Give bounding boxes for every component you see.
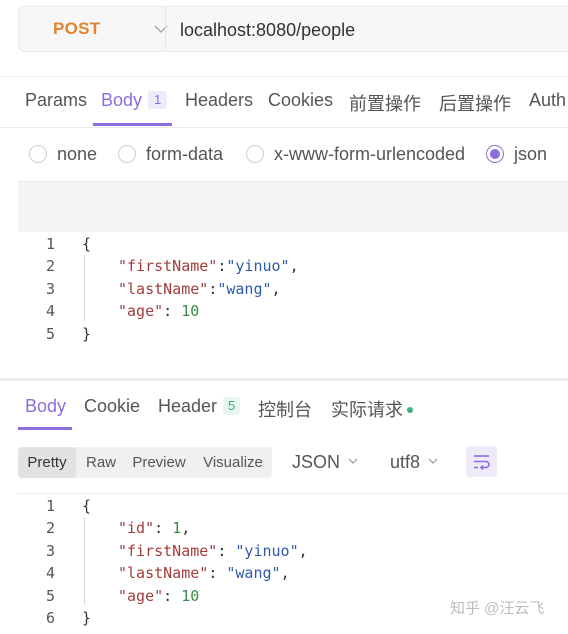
view-raw-button[interactable]: Raw — [76, 447, 126, 478]
chevron-down-icon — [428, 458, 438, 464]
resp-tab-cookie[interactable]: Cookie — [84, 396, 140, 417]
tab-auth[interactable]: Auth — [529, 90, 566, 111]
code-line: } — [82, 325, 92, 343]
line-number: 4 — [45, 564, 55, 582]
indent-guide — [84, 517, 85, 605]
active-resp-tab-indicator — [18, 427, 72, 430]
resp-tab-header-label: Header — [158, 396, 218, 416]
wrap-lines-icon — [474, 455, 490, 471]
url-input[interactable]: localhost:8080/people — [180, 20, 355, 41]
view-preview-button[interactable]: Preview — [126, 447, 192, 478]
view-pretty-button[interactable]: Pretty — [18, 447, 76, 478]
tab-post-actions[interactable]: 后置操作 — [439, 90, 511, 116]
radio-none[interactable]: none — [29, 144, 97, 166]
line-number: 5 — [45, 325, 55, 343]
panel-divider[interactable] — [0, 378, 568, 381]
code-line: { — [82, 235, 92, 253]
tab-body-label: Body — [101, 90, 143, 110]
code-line: "id": 1, — [118, 519, 191, 537]
view-visualize-button[interactable]: Visualize — [196, 447, 270, 478]
url-divider — [165, 7, 166, 51]
indent-guide — [84, 255, 85, 321]
body-count-badge: 1 — [148, 91, 168, 109]
line-number: 6 — [45, 609, 55, 627]
line-number: 1 — [45, 235, 55, 253]
active-tab-indicator — [93, 123, 172, 126]
header-count-badge: 5 — [223, 397, 241, 415]
line-number: 3 — [45, 280, 55, 298]
radio-label: form-data — [146, 144, 224, 164]
resp-tab-console[interactable]: 控制台 — [258, 396, 312, 422]
code-line: } — [82, 609, 92, 627]
view-mode-group: Pretty Raw Preview Visualize — [18, 447, 272, 478]
line-number: 4 — [45, 302, 55, 320]
tab-body[interactable]: Body 1 — [101, 90, 168, 111]
code-line: "firstName":"yinuo", — [118, 257, 299, 275]
resp-tab-body[interactable]: Body — [25, 396, 66, 417]
encoding-value: utf8 — [390, 452, 421, 472]
radio-label: json — [514, 144, 548, 164]
line-number: 3 — [45, 542, 55, 560]
line-number: 1 — [45, 497, 55, 515]
tab-params[interactable]: Params — [25, 90, 87, 111]
radio-form-data[interactable]: form-data — [118, 144, 223, 166]
chevron-down-icon[interactable] — [152, 20, 170, 38]
tab-pre-actions[interactable]: 前置操作 — [349, 90, 421, 116]
watermark: 知乎 @汪云飞 — [450, 600, 545, 617]
line-number: 2 — [45, 519, 55, 537]
radio-json[interactable]: json — [486, 144, 547, 166]
radio-circle — [246, 145, 264, 163]
url-bar: POST localhost:8080/people — [18, 6, 568, 52]
code-line: "lastName": "wang", — [118, 564, 290, 582]
format-dropdown[interactable]: JSON — [292, 452, 358, 473]
wrap-lines-button[interactable] — [466, 446, 497, 477]
code-line: { — [82, 497, 92, 515]
code-line: "firstName": "yinuo", — [118, 542, 308, 560]
line-number: 2 — [45, 257, 55, 275]
status-dot-icon — [407, 407, 413, 413]
radio-circle — [486, 145, 504, 163]
radio-label: x-www-form-urlencoded — [274, 144, 466, 164]
encoding-dropdown[interactable]: utf8 — [390, 452, 438, 473]
format-value: JSON — [292, 452, 341, 472]
radio-label: none — [57, 144, 98, 164]
tab-headers[interactable]: Headers — [185, 90, 253, 111]
editor-toolbar — [18, 181, 568, 232]
resp-tab-actual-label: 实际请求 — [331, 400, 403, 420]
code-line: "lastName":"wang", — [118, 280, 281, 298]
tab-cookies[interactable]: Cookies — [268, 90, 333, 111]
line-number: 5 — [45, 587, 55, 605]
resp-tab-header[interactable]: Header 5 — [158, 396, 241, 417]
radio-circle — [29, 145, 47, 163]
chevron-down-icon — [348, 458, 358, 464]
request-tabs: Params Body 1 Headers Cookies 前置操作 后置操作 A… — [0, 76, 568, 128]
radio-urlencoded[interactable]: x-www-form-urlencoded — [246, 144, 465, 166]
code-line: "age": 10 — [118, 587, 200, 605]
method-select[interactable]: POST — [53, 19, 101, 39]
radio-circle — [118, 145, 136, 163]
code-line: "age": 10 — [118, 302, 200, 320]
resp-tab-actual-request[interactable]: 实际请求 — [331, 396, 413, 422]
